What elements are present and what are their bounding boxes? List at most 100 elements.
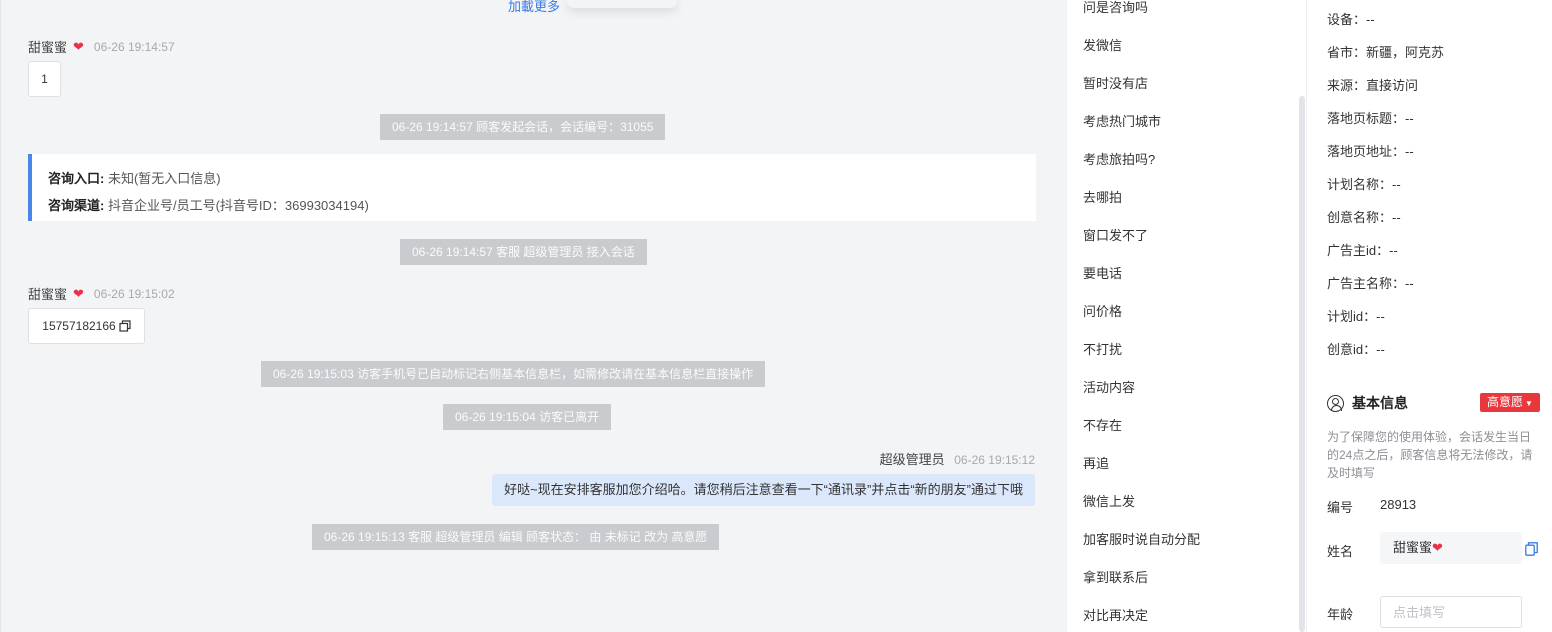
consult-entry-value: 未知(暂无入口信息) [107,171,221,186]
quick-phrase-list: 问是咨询吗 发微信 暂时没有店 考虑热门城市 考虑旅拍吗? 去哪拍 窗口发不了 … [1067,0,1307,632]
heart-icon: ❤ [73,38,84,54]
info-label: 省市： [1327,45,1367,60]
info-row-region: 省市：新疆，阿克苏 [1327,45,1444,61]
quick-phrase-item[interactable]: 要电话 [1083,266,1122,282]
info-value: 新疆，阿克苏 [1366,45,1445,60]
message-time: 06-26 19:15:02 [93,286,175,301]
age-input[interactable] [1380,596,1522,628]
info-value: -- [1392,210,1401,225]
message-text: 15757182166 [42,319,116,333]
system-event: 06-26 19:14:57 客服 超级管理员 接入会话 [400,239,647,265]
info-value: -- [1376,309,1385,324]
info-value: -- [1389,243,1398,258]
system-event: 06-26 19:14:57 顾客发起会话，会话编号：31055 [380,114,666,140]
info-row-landing-title: 落地页标题：-- [1327,111,1414,127]
age-label: 年龄 [1327,607,1354,622]
incoming-message: 15757182166 [28,308,145,344]
info-value: -- [1405,276,1414,291]
heart-icon: ❤ [1432,540,1443,555]
message-sender: 甜蜜蜜 ❤ 06-26 19:15:02 [28,284,175,303]
message-time: 06-26 19:14:57 [93,39,175,54]
system-event: 06-26 19:15:13 客服 超级管理员 编辑 顾客状态： 由 未标记 改… [312,524,720,550]
quick-phrase-item[interactable]: 问价格 [1083,304,1122,320]
user-circle-icon [1327,394,1344,412]
message-text: 1 [41,72,48,86]
quick-phrase-item[interactable]: 问是咨询吗 [1083,0,1148,16]
info-value: -- [1392,177,1401,192]
info-label: 计划id： [1327,309,1377,324]
chat-pane: 加載更多 甜蜜蜜 ❤ 06-26 19:14:57 1 06-26 19:14:… [0,0,1066,632]
info-label: 广告主id： [1327,243,1390,258]
quick-phrase-item[interactable]: 微信上发 [1083,494,1135,510]
info-row-device: 设备：-- [1327,12,1375,28]
name-label: 姓名 [1327,544,1354,559]
quick-phrase-item[interactable]: 加客服时说自动分配 [1083,532,1200,548]
id-value: 28913 [1380,497,1417,512]
info-label: 计划名称： [1327,177,1393,192]
phrase-list-scrollbar[interactable] [1299,96,1305,632]
quick-phrase-item[interactable]: 对比再决定 [1083,608,1148,624]
info-row-landing-url: 落地页地址：-- [1327,144,1414,160]
info-label: 来源： [1327,78,1367,93]
info-row-advertiser-id: 广告主id：-- [1327,243,1398,259]
info-row-plan-id: 计划id：-- [1327,309,1385,325]
info-row-plan-name: 计划名称：-- [1327,177,1401,193]
copy-icon[interactable] [1525,542,1538,556]
info-value: -- [1405,111,1414,126]
message-time: 06-26 19:15:12 [954,453,1035,467]
id-label: 编号 [1327,500,1354,515]
info-value: 直接访问 [1366,78,1419,93]
info-value: -- [1405,144,1414,159]
load-more-link[interactable]: 加載更多 [1,0,1066,14]
caret-down-icon: ▼ [1525,399,1533,408]
sender-name: 甜蜜蜜 [28,287,68,302]
quick-phrase-item[interactable]: 不存在 [1083,418,1122,434]
basic-info-title: 基本信息 [1352,395,1408,411]
intent-status-label: 高意愿 [1487,395,1524,409]
consult-info-card: 咨询入口: 未知(暂无入口信息) 咨询渠道: 抖音企业号/员工号(抖音号ID：3… [28,154,1036,221]
info-label: 落地页标题： [1327,111,1406,126]
agent-name: 超级管理员 [879,452,945,467]
info-value: -- [1376,342,1385,357]
info-label: 设备： [1327,12,1367,27]
name-field[interactable]: 甜蜜蜜❤ [1380,532,1522,564]
system-event: 06-26 19:15:03 访客手机号已自动标记右侧基本信息栏，如需修改请在基… [261,361,766,387]
quick-phrase-item[interactable]: 窗口发不了 [1083,228,1148,244]
edit-notice: 为了保障您的使用体验，会话发生当日的24点之后，顾客信息将无法修改，请及时填写 [1327,430,1533,480]
incoming-message: 1 [28,61,61,97]
heart-icon: ❤ [73,285,84,301]
message-sender: 甜蜜蜜 ❤ 06-26 19:14:57 [28,37,175,56]
intent-status-dropdown[interactable]: 高意愿 ▼ [1480,393,1540,412]
copy-icon[interactable] [119,320,131,332]
basic-info-header: 基本信息 [1327,393,1408,413]
agent-message-header: 超级管理员 06-26 19:15:12 [880,449,1035,468]
quick-phrase-item[interactable]: 再追 [1083,456,1109,472]
info-label: 广告主名称： [1327,276,1406,291]
consult-channel-value: 抖音企业号/员工号(抖音号ID：36993034194) [107,198,369,213]
quick-phrase-item[interactable]: 拿到联系后 [1083,570,1148,586]
info-row-advertiser-name: 广告主名称：-- [1327,276,1414,292]
info-value: -- [1366,12,1375,27]
consult-channel-row: 咨询渠道: 抖音企业号/员工号(抖音号ID：36993034194) [48,192,1020,219]
quick-phrase-item[interactable]: 活动内容 [1083,380,1135,396]
quick-phrase-item[interactable]: 去哪拍 [1083,190,1122,206]
sender-name: 甜蜜蜜 [28,40,68,55]
quick-phrase-item[interactable]: 考虑热门城市 [1083,114,1161,130]
system-event: 06-26 19:15:04 访客已离开 [443,404,612,430]
quick-phrase-item[interactable]: 考虑旅拍吗? [1083,152,1155,168]
quick-phrase-item[interactable]: 发微信 [1083,38,1122,54]
info-row-source: 来源：直接访问 [1327,78,1418,94]
name-value: 甜蜜蜜 [1393,540,1433,555]
outgoing-message: 好哒~现在安排客服加您介绍哈。请您稍后注意查看一下“通讯录”并点击“新的朋友”通… [492,474,1035,506]
consult-entry-row: 咨询入口: 未知(暂无入口信息) [48,165,1020,192]
consult-channel-label: 咨询渠道: [48,198,105,213]
info-label: 落地页地址： [1327,144,1406,159]
consult-entry-label: 咨询入口: [48,171,105,186]
info-row-creative-name: 创意名称：-- [1327,210,1401,226]
quick-phrase-item[interactable]: 暂时没有店 [1083,76,1148,92]
info-label: 创意名称： [1327,210,1393,225]
quick-phrase-item[interactable]: 不打扰 [1083,342,1122,358]
info-row-creative-id: 创意id：-- [1327,342,1385,358]
visitor-info-panel: 设备：-- 省市：新疆，阿克苏 来源：直接访问 落地页标题：-- 落地页地址：-… [1307,0,1552,632]
info-label: 创意id： [1327,342,1377,357]
